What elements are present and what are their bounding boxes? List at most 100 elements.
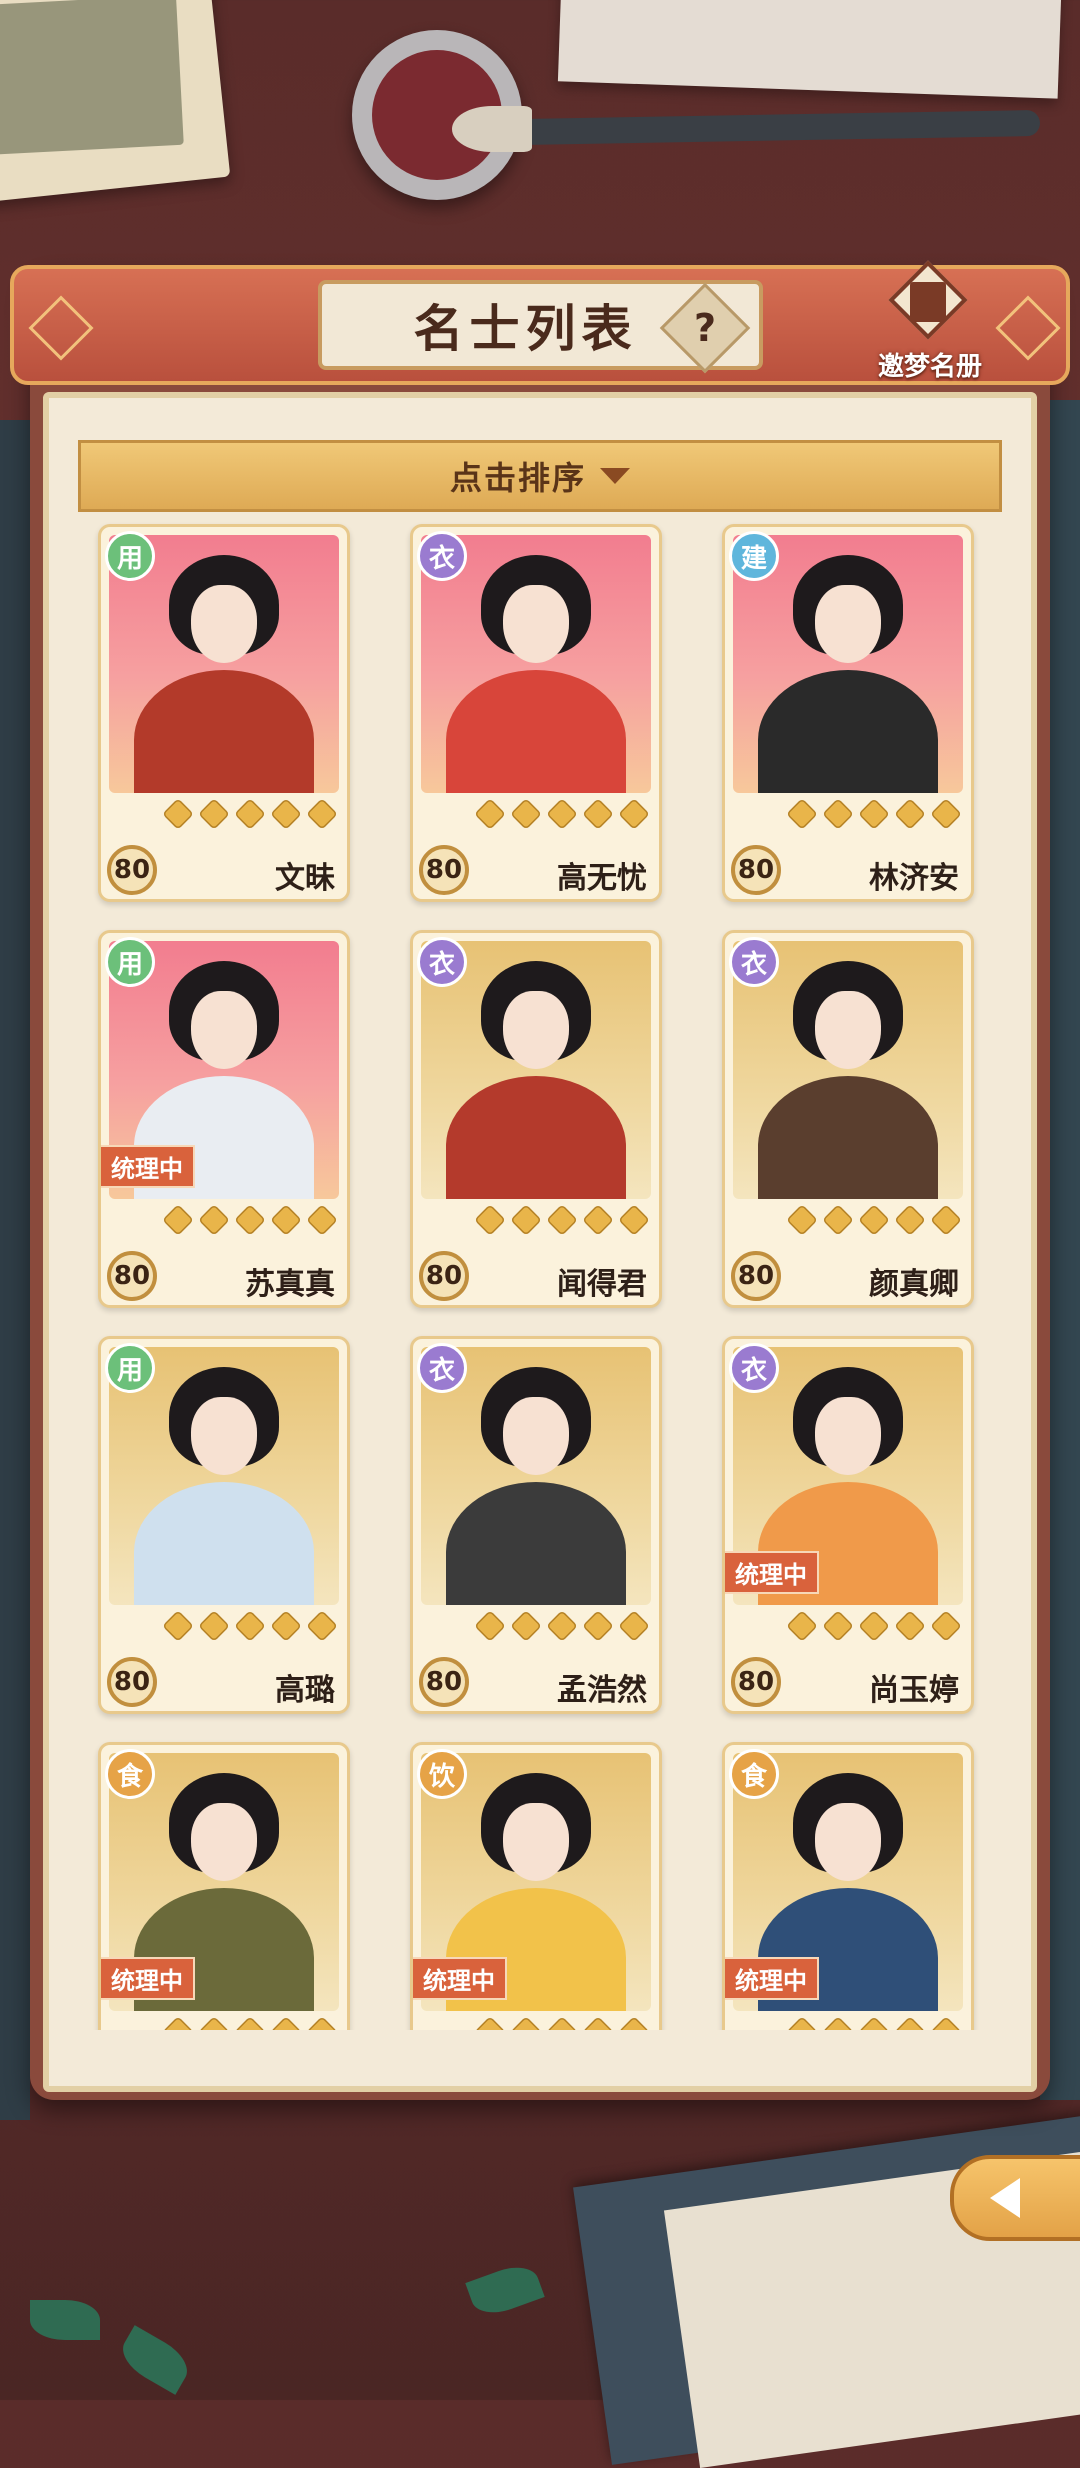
level-badge: 80: [731, 1251, 781, 1301]
category-badge: 饮: [417, 1749, 467, 1799]
character-card[interactable]: 衣 80 闻得君: [410, 930, 662, 1308]
star-icon: [858, 1204, 890, 1236]
back-button[interactable]: [950, 2155, 1080, 2241]
level-badge: 80: [419, 1251, 469, 1301]
star-rating: [786, 1204, 962, 1236]
star-icon: [162, 1204, 194, 1236]
star-rating: [786, 798, 962, 830]
star-icon: [822, 798, 854, 830]
star-icon: [198, 1610, 230, 1642]
character-card[interactable]: 建 80 林济安: [722, 524, 974, 902]
category-badge: 用: [105, 531, 155, 581]
star-icon: [234, 798, 266, 830]
star-icon: [582, 798, 614, 830]
star-icon: [930, 798, 962, 830]
star-icon: [786, 798, 818, 830]
star-icon: [894, 2016, 926, 2030]
character-card[interactable]: 衣 80 孟浩然: [410, 1336, 662, 1714]
character-name: 苏真真: [245, 1267, 335, 1302]
character-name: 尚玉婷: [869, 1673, 959, 1708]
star-rating: [474, 1204, 650, 1236]
portrait-figure-body: [446, 670, 626, 793]
level-badge: 80: [107, 1657, 157, 1707]
character-card[interactable]: 衣 80 高无忧: [410, 524, 662, 902]
character-name: 颜真卿: [869, 1267, 959, 1302]
sort-button[interactable]: 点击排序: [78, 440, 1002, 512]
star-rating: [162, 798, 338, 830]
status-tag: 统理中: [725, 1551, 819, 1594]
character-card[interactable]: 食统理中: [98, 1742, 350, 2030]
star-icon: [306, 1204, 338, 1236]
character-name: 林济安: [869, 861, 959, 896]
star-icon: [546, 1610, 578, 1642]
star-rating: [162, 1204, 338, 1236]
star-icon: [306, 798, 338, 830]
category-badge: 用: [105, 1343, 155, 1393]
character-card[interactable]: 用 80 高璐: [98, 1336, 350, 1714]
level-badge: 80: [107, 1251, 157, 1301]
star-rating: [786, 1610, 962, 1642]
star-icon: [822, 1610, 854, 1642]
star-icon: [786, 1204, 818, 1236]
star-rating: [162, 1610, 338, 1642]
status-tag: 统理中: [413, 1957, 507, 2000]
portrait-figure-face: [503, 585, 569, 663]
star-icon: [198, 798, 230, 830]
level-badge: 80: [731, 1657, 781, 1707]
brush-decoration: [459, 109, 1041, 147]
category-badge: 衣: [417, 1343, 467, 1393]
character-name: 高无忧: [557, 861, 647, 896]
category-badge: 食: [729, 1749, 779, 1799]
category-badge: 衣: [417, 937, 467, 987]
background-paper: [557, 0, 1063, 99]
character-card[interactable]: 衣统理中 80 尚玉婷: [722, 1336, 974, 1714]
star-icon: [270, 798, 302, 830]
star-icon: [822, 2016, 854, 2030]
character-grid: 用 80 文昧衣 80 高无忧建 80 林济安用统理中 80 苏真真衣 80 闻得君衣 80 颜真卿用 8…: [60, 518, 1020, 2030]
star-icon: [510, 798, 542, 830]
star-icon: [546, 798, 578, 830]
level-badge: 80: [419, 1657, 469, 1707]
star-icon: [270, 1204, 302, 1236]
character-card[interactable]: 衣 80 颜真卿: [722, 930, 974, 1308]
character-name: 闻得君: [557, 1267, 647, 1302]
star-rating: [474, 1610, 650, 1642]
star-rating: [786, 2016, 962, 2030]
page-title: 名士列表: [413, 299, 638, 358]
star-icon: [474, 1204, 506, 1236]
register-button[interactable]: 邀梦名册: [870, 260, 990, 384]
portrait-figure-body: [446, 1482, 626, 1605]
portrait-figure-face: [815, 991, 881, 1069]
star-icon: [618, 1610, 650, 1642]
leaf-decoration: [465, 2259, 545, 2321]
star-icon: [162, 798, 194, 830]
portrait-figure-face: [815, 1803, 881, 1881]
character-card[interactable]: 饮统理中: [410, 1742, 662, 2030]
star-icon: [270, 2016, 302, 2030]
star-icon: [894, 798, 926, 830]
level-badge: 80: [419, 845, 469, 895]
portrait-figure-face: [191, 585, 257, 663]
star-icon: [162, 1610, 194, 1642]
star-icon: [270, 1610, 302, 1642]
help-icon[interactable]: ?: [673, 296, 737, 360]
star-icon: [858, 798, 890, 830]
category-badge: 衣: [417, 531, 467, 581]
character-card[interactable]: 食统理中: [722, 1742, 974, 2030]
character-name: 高璐: [275, 1673, 335, 1708]
character-name: 孟浩然: [557, 1673, 647, 1708]
sort-label: 点击排序: [449, 459, 586, 497]
level-badge: 80: [731, 845, 781, 895]
star-icon: [198, 1204, 230, 1236]
star-icon: [234, 1204, 266, 1236]
star-rating: [474, 798, 650, 830]
portrait-figure-face: [191, 991, 257, 1069]
star-icon: [474, 798, 506, 830]
star-icon: [930, 2016, 962, 2030]
star-icon: [930, 1204, 962, 1236]
star-icon: [306, 2016, 338, 2030]
star-icon: [546, 1204, 578, 1236]
character-card[interactable]: 用统理中 80 苏真真: [98, 930, 350, 1308]
star-icon: [234, 2016, 266, 2030]
character-card[interactable]: 用 80 文昧: [98, 524, 350, 902]
